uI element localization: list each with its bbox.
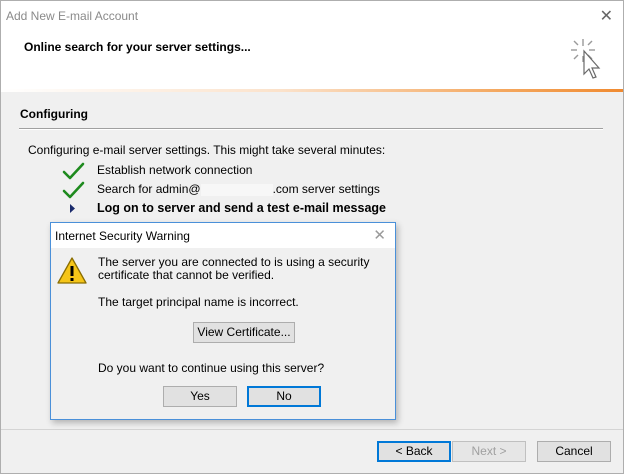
view-certificate-button[interactable]: View Certificate...: [193, 322, 295, 343]
step-label: Establish network connection: [97, 163, 253, 177]
warning-icon: [57, 257, 87, 284]
section-divider: [19, 128, 603, 130]
step-label: Search for admin@ .com server settings: [97, 182, 380, 196]
check-icon: [62, 181, 85, 199]
dialog-close-icon[interactable]: ✕: [373, 226, 386, 244]
back-button[interactable]: < Back: [377, 441, 451, 462]
footer-divider: [1, 429, 623, 430]
security-warning-dialog: Internet Security Warning ✕ The server y…: [50, 222, 396, 420]
next-button[interactable]: Next >: [452, 441, 526, 462]
step-label-prefix: Search for admin@: [97, 182, 201, 196]
window-title: Add New E-mail Account: [6, 9, 139, 23]
check-icon: [62, 162, 85, 180]
close-icon[interactable]: ✕: [600, 6, 613, 26]
page-heading: Online search for your server settings..…: [24, 40, 251, 54]
cancel-button[interactable]: Cancel: [537, 441, 611, 462]
certificate-warning-message: The server you are connected to is using…: [98, 255, 370, 282]
step-label: Log on to server and send a test e-mail …: [97, 201, 386, 215]
section-title: Configuring: [20, 107, 88, 121]
continue-question: Do you want to continue using this serve…: [98, 361, 325, 375]
title-bar: Add New E-mail Account ✕: [1, 1, 623, 31]
searching-cursor-icon: [571, 39, 601, 79]
add-email-account-window: Add New E-mail Account ✕ Online search f…: [0, 0, 624, 474]
no-button[interactable]: No: [247, 386, 321, 407]
configuring-intro: Configuring e-mail server settings. This…: [28, 143, 386, 157]
redacted-domain: [200, 183, 273, 196]
yes-button[interactable]: Yes: [163, 386, 237, 407]
dialog-title: Internet Security Warning: [55, 229, 190, 243]
step-label-suffix: .com server settings: [272, 182, 380, 196]
principal-name-detail: The target principal name is incorrect.: [98, 295, 299, 309]
dialog-title-bar: Internet Security Warning ✕: [51, 223, 395, 248]
header-accent-bar: [1, 89, 623, 92]
wizard-header: Online search for your server settings..…: [1, 31, 623, 89]
arrow-right-icon: [70, 204, 75, 213]
